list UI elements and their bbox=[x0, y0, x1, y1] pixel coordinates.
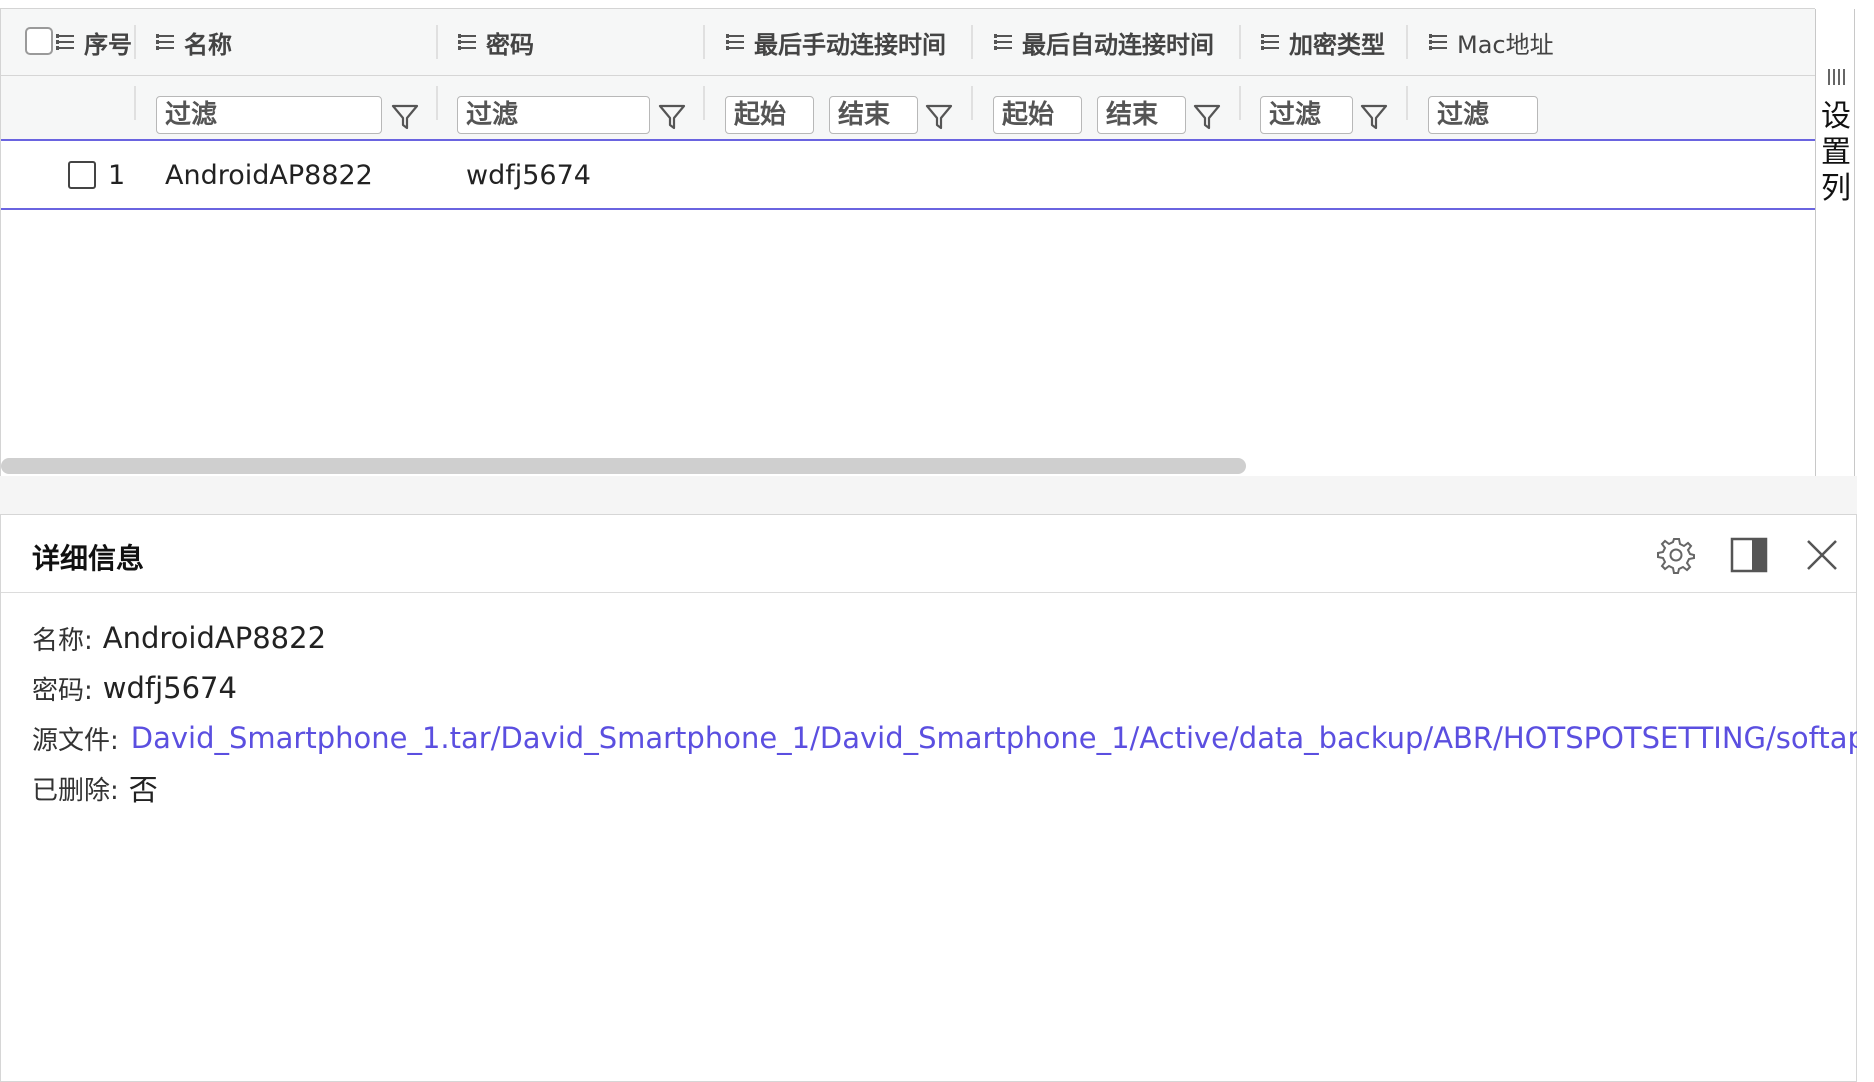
password-filter-input[interactable] bbox=[457, 96, 650, 134]
filter-funnel-icon[interactable] bbox=[657, 102, 687, 132]
auto-end-date-input[interactable] bbox=[1097, 96, 1186, 134]
column-resizer[interactable] bbox=[1406, 25, 1408, 59]
row-select-checkbox[interactable] bbox=[68, 161, 96, 189]
column-menu-icon[interactable] bbox=[458, 34, 476, 50]
detail-field-deleted: 已删除: 否 bbox=[32, 763, 1874, 813]
field-label: 密码: bbox=[32, 675, 93, 706]
column-resizer bbox=[971, 86, 973, 120]
column-resizer bbox=[134, 86, 136, 120]
auto-start-date-input[interactable] bbox=[993, 96, 1082, 134]
column-header-password[interactable]: 密码 bbox=[458, 9, 534, 75]
row-index-cell: 1 bbox=[108, 159, 126, 191]
select-all-checkbox[interactable] bbox=[25, 27, 53, 55]
column-menu-icon[interactable] bbox=[726, 34, 744, 50]
column-resizer[interactable] bbox=[703, 25, 705, 59]
column-resizer bbox=[1406, 86, 1408, 120]
detail-fields: 名称: AndroidAP8822 密码: wdfj5674 源文件: Davi… bbox=[32, 613, 1874, 813]
column-resizer[interactable] bbox=[436, 25, 438, 59]
detail-field-name: 名称: AndroidAP8822 bbox=[32, 613, 1874, 663]
field-label: 已删除: bbox=[32, 775, 119, 806]
column-header-index-label: 序号 bbox=[84, 30, 132, 59]
column-menu-icon[interactable] bbox=[56, 34, 74, 50]
column-menu-icon[interactable] bbox=[1429, 34, 1447, 50]
column-header-last-auto-label: 最后自动连接时间 bbox=[1022, 30, 1214, 59]
column-header-password-label: 密码 bbox=[486, 30, 534, 59]
field-label: 源文件: bbox=[32, 725, 119, 756]
column-resizer bbox=[436, 86, 438, 120]
records-grid: 序号 名称 密码 最后手动连接时间 最后自动连接时间 加密类型 Mac地址 过滤… bbox=[0, 0, 1857, 476]
mac-filter-input[interactable] bbox=[1428, 96, 1538, 134]
horizontal-scrollbar-thumb[interactable] bbox=[1, 458, 1246, 474]
column-menu-icon[interactable] bbox=[1261, 34, 1279, 50]
manual-end-date-input[interactable] bbox=[829, 96, 918, 134]
column-header-row: 序号 名称 密码 最后手动连接时间 最后自动连接时间 加密类型 Mac地址 bbox=[1, 9, 1815, 76]
column-header-encryption-label: 加密类型 bbox=[1289, 30, 1385, 59]
window-edge bbox=[1857, 0, 1874, 1082]
manual-start-date-input[interactable] bbox=[725, 96, 814, 134]
encryption-filter-input[interactable] bbox=[1260, 96, 1353, 134]
split-panel-icon[interactable] bbox=[1729, 535, 1769, 575]
filter-funnel-icon[interactable] bbox=[1359, 102, 1389, 132]
detail-field-password: 密码: wdfj5674 bbox=[32, 663, 1874, 713]
column-menu-icon[interactable] bbox=[994, 34, 1012, 50]
detail-title: 详细信息 bbox=[32, 542, 145, 575]
row-selection-border bbox=[1, 208, 1815, 210]
column-header-last-manual[interactable]: 最后手动连接时间 bbox=[726, 9, 946, 75]
row-name-cell: AndroidAP8822 bbox=[165, 159, 373, 191]
field-value: 否 bbox=[128, 773, 158, 807]
column-menu-icon[interactable] bbox=[156, 34, 174, 50]
column-header-last-auto[interactable]: 最后自动连接时间 bbox=[994, 9, 1214, 75]
field-label: 名称: bbox=[32, 625, 93, 656]
column-resizer bbox=[703, 86, 705, 120]
field-value: wdfj5674 bbox=[102, 671, 237, 705]
source-file-link[interactable]: David_Smartphone_1.tar/David_Smartphone_… bbox=[131, 721, 1874, 755]
grid-viewport[interactable]: 序号 名称 密码 最后手动连接时间 最后自动连接时间 加密类型 Mac地址 过滤… bbox=[1, 9, 1815, 476]
row-password-cell: wdfj5674 bbox=[466, 159, 591, 191]
column-settings-label: 设置列 bbox=[1821, 99, 1851, 206]
column-resizer bbox=[1239, 86, 1241, 120]
column-header-encryption[interactable]: 加密类型 bbox=[1261, 9, 1385, 75]
columns-icon bbox=[1828, 69, 1848, 85]
detail-field-source: 源文件: David_Smartphone_1.tar/David_Smartp… bbox=[32, 713, 1874, 763]
filter-funnel-icon[interactable] bbox=[1192, 102, 1222, 132]
name-filter-input[interactable] bbox=[156, 96, 382, 134]
filter-row bbox=[1, 76, 1815, 139]
panel-splitter[interactable] bbox=[0, 476, 1874, 514]
filter-funnel-icon[interactable] bbox=[924, 102, 954, 132]
filter-funnel-icon[interactable] bbox=[390, 102, 420, 132]
column-resizer[interactable] bbox=[971, 25, 973, 59]
column-header-name-label: 名称 bbox=[184, 30, 232, 59]
detail-header: 详细信息 bbox=[1, 515, 1856, 593]
column-header-last-manual-label: 最后手动连接时间 bbox=[754, 30, 946, 59]
field-value: AndroidAP8822 bbox=[102, 621, 327, 655]
column-header-name[interactable]: 名称 bbox=[156, 9, 232, 75]
column-header-mac-label: Mac地址 bbox=[1457, 30, 1554, 59]
column-resizer[interactable] bbox=[1239, 25, 1241, 59]
column-header-index[interactable]: 序号 bbox=[56, 9, 132, 75]
detail-panel: 详细信息 名称: AndroidAP8822 密码: wdfj5674 源文件:… bbox=[0, 514, 1874, 1082]
close-icon[interactable] bbox=[1802, 535, 1842, 575]
column-settings-tab[interactable]: 设置列 bbox=[1815, 9, 1855, 476]
column-resizer[interactable] bbox=[134, 25, 136, 59]
table-row[interactable]: 1 AndroidAP8822 wdfj5674 bbox=[1, 141, 1815, 209]
column-header-mac[interactable]: Mac地址 bbox=[1429, 9, 1554, 75]
gear-icon[interactable] bbox=[1656, 535, 1696, 575]
